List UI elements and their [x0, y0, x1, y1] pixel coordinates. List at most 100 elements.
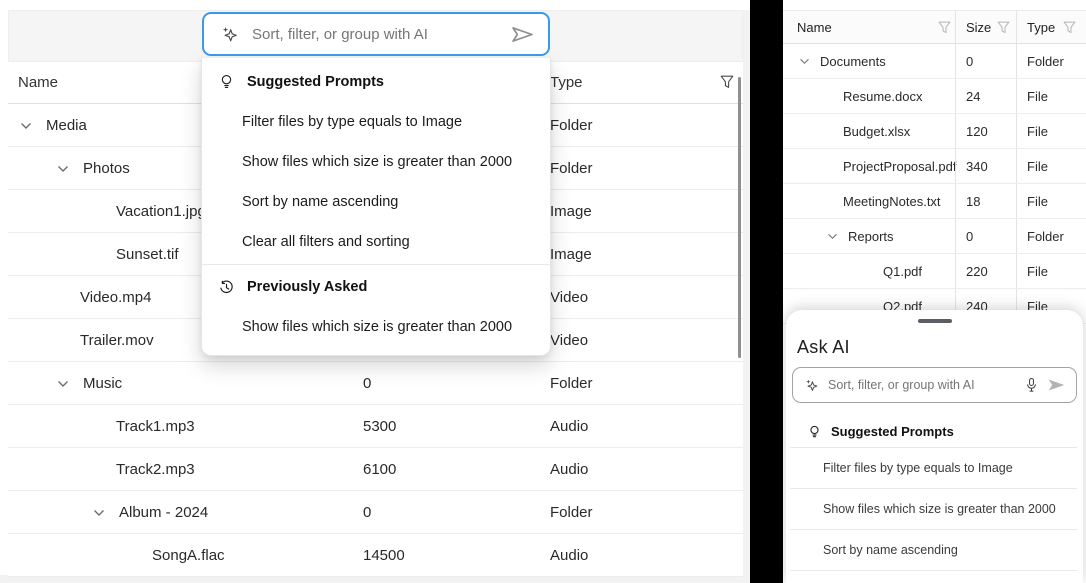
file-name: Media: [46, 117, 87, 134]
file-type: Audio: [550, 418, 588, 435]
column-divider: [1016, 114, 1017, 148]
section-title: Suggested Prompts: [831, 424, 954, 439]
file-size: 0: [363, 504, 371, 521]
table-row[interactable]: Music 0 Folder: [8, 362, 743, 405]
column-divider: [1016, 44, 1017, 78]
file-type: File: [1027, 194, 1048, 209]
suggested-prompt-item[interactable]: Clear all filters and sorting: [202, 222, 550, 262]
file-type: File: [1027, 89, 1048, 104]
ask-ai-bottom-sheet: Ask AI Suggested Prompts Filter files by…: [786, 310, 1083, 583]
column-divider: [955, 219, 956, 253]
file-type: Folder: [1027, 229, 1064, 244]
chevron-down-icon[interactable]: [797, 58, 812, 65]
chevron-down-icon[interactable]: [825, 233, 840, 240]
lightbulb-icon: [219, 74, 234, 90]
column-header-type[interactable]: Type: [550, 74, 583, 91]
file-size: 24: [966, 89, 980, 104]
filter-funnel-icon[interactable]: [1063, 21, 1076, 34]
ai-prompt-bar[interactable]: [202, 12, 550, 56]
suggested-prompt-item[interactable]: Filter files by type equals to Image: [790, 448, 1077, 489]
chevron-down-icon[interactable]: [91, 509, 106, 517]
column-header-name[interactable]: Name: [797, 20, 832, 35]
file-type: Folder: [550, 504, 593, 521]
file-size: 0: [966, 54, 973, 69]
suggested-prompt-item[interactable]: Filter files by type equals to Image: [202, 102, 550, 142]
file-type: File: [1027, 159, 1048, 174]
column-header-name[interactable]: Name: [18, 74, 58, 91]
mic-icon[interactable]: [1025, 377, 1038, 394]
table-row[interactable]: Album - 2024 0 Folder: [8, 491, 743, 534]
table-row[interactable]: ProjectProposal.pdf 340 File: [783, 149, 1086, 184]
table-row[interactable]: Reports 0 Folder: [783, 219, 1086, 254]
filter-funnel-icon[interactable]: [720, 75, 734, 89]
column-divider: [955, 44, 956, 78]
file-name: Album - 2024: [119, 504, 208, 521]
lightbulb-icon: [808, 425, 821, 439]
chevron-down-icon[interactable]: [18, 122, 33, 130]
drag-handle[interactable]: [918, 319, 952, 323]
column-divider: [1016, 219, 1017, 253]
file-type: Audio: [550, 547, 588, 564]
file-type: Folder: [1027, 54, 1064, 69]
previously-asked-item[interactable]: Show files which size is greater than 20…: [202, 307, 550, 347]
file-name: Video.mp4: [80, 289, 151, 306]
table-row[interactable]: Q1.pdf 220 File: [783, 254, 1086, 289]
file-type: File: [1027, 264, 1048, 279]
suggested-prompts-header: Suggested Prompts: [790, 416, 1077, 448]
sheet-title: Ask AI: [797, 337, 850, 358]
table-row[interactable]: SongA.flac 14500 Audio: [8, 534, 743, 577]
table-row[interactable]: MeetingNotes.txt 18 File: [783, 184, 1086, 219]
table-row[interactable]: Budget.xlsx 120 File: [783, 114, 1086, 149]
file-name: Photos: [83, 160, 130, 177]
file-type: Video: [550, 332, 588, 349]
file-manager-desktop-panel: Name Size Type Media Folder Photos Folde…: [0, 0, 750, 583]
column-divider: [955, 149, 956, 183]
table-row[interactable]: Track2.mp3 6100 Audio: [8, 448, 743, 491]
send-icon[interactable]: [1047, 378, 1066, 392]
file-name: ProjectProposal.pdf: [843, 159, 956, 174]
file-manager-mobile-panel: Name Size Type Documents 0 Folder Resume…: [783, 0, 1086, 583]
file-type: Folder: [550, 160, 593, 177]
ai-sparkle-icon: [220, 25, 239, 44]
file-type: Audio: [550, 461, 588, 478]
panel-margin: [743, 10, 750, 583]
column-divider: [1016, 149, 1017, 183]
column-divider: [1016, 11, 1017, 43]
column-divider: [1016, 79, 1017, 113]
file-size: 6100: [363, 461, 396, 478]
send-icon[interactable]: [511, 26, 534, 43]
history-icon: [219, 280, 234, 295]
suggested-prompt-item[interactable]: Show files which size is greater than 20…: [202, 142, 550, 182]
divider: [202, 264, 550, 265]
file-type: File: [1027, 124, 1048, 139]
suggested-prompt-item[interactable]: Show files which size is greater than 20…: [790, 489, 1077, 530]
vertical-scrollbar[interactable]: [738, 77, 741, 358]
column-header-type[interactable]: Type: [1027, 20, 1055, 35]
file-size: 14500: [363, 547, 405, 564]
column-divider: [955, 114, 956, 148]
file-name: SongA.flac: [152, 547, 225, 564]
chevron-down-icon[interactable]: [55, 380, 70, 388]
suggested-prompt-item[interactable]: Sort by name ascending: [790, 530, 1077, 571]
chevron-down-icon[interactable]: [55, 165, 70, 173]
table-row[interactable]: Track1.mp3 5300 Audio: [8, 405, 743, 448]
filter-funnel-icon[interactable]: [938, 21, 951, 34]
file-type: Folder: [550, 375, 593, 392]
file-type: Video: [550, 289, 588, 306]
column-divider: [955, 254, 956, 288]
file-size: 5300: [363, 418, 396, 435]
file-name: Q1.pdf: [883, 264, 922, 279]
table-row[interactable]: Resume.docx 24 File: [783, 79, 1086, 114]
filter-funnel-icon[interactable]: [997, 21, 1010, 34]
file-name: Trailer.mov: [80, 332, 154, 349]
column-divider: [1016, 184, 1017, 218]
column-header-size[interactable]: Size: [966, 20, 991, 35]
ai-prompt-input[interactable]: [252, 26, 498, 43]
section-title: Suggested Prompts: [247, 74, 384, 90]
table-row[interactable]: Documents 0 Folder: [783, 44, 1086, 79]
ai-prompt-bar[interactable]: [792, 367, 1077, 403]
file-size: 120: [966, 124, 988, 139]
ai-prompt-input[interactable]: [828, 378, 1016, 392]
suggested-prompts-list: Suggested Prompts Filter files by type e…: [786, 416, 1083, 571]
suggested-prompt-item[interactable]: Sort by name ascending: [202, 182, 550, 222]
